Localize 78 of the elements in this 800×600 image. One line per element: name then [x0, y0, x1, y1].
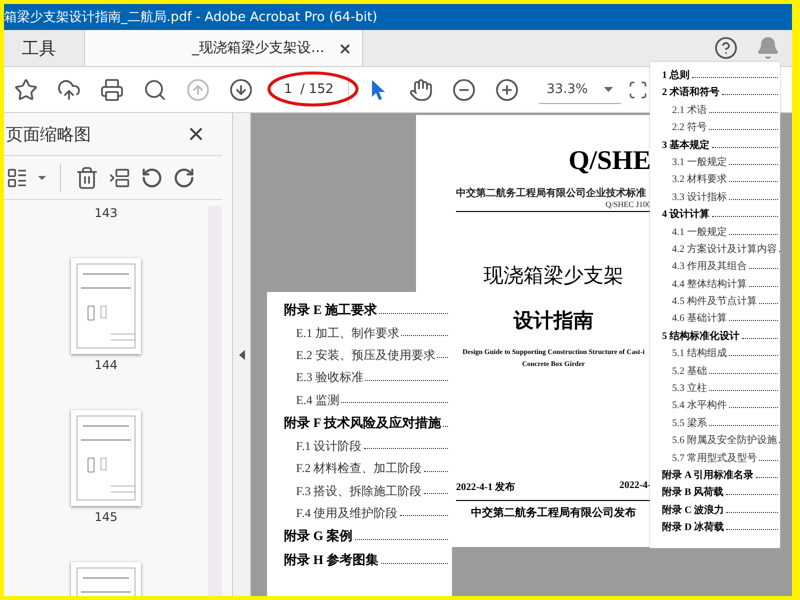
insert-page-icon[interactable]: [109, 166, 131, 188]
panel-title: 页面缩略图: [6, 124, 91, 146]
toc-entry[interactable]: 4.3 作用及其组合: [672, 261, 747, 274]
collapse-arrow-icon[interactable]: [238, 350, 244, 360]
toc-entry[interactable]: 4 设计计算: [662, 209, 710, 222]
issue-date: 2022-4-1 发布: [456, 480, 516, 494]
toc-entry[interactable]: 5 结构标准化设计: [662, 330, 740, 343]
toc-entry[interactable]: 3.1 一般规定: [672, 156, 727, 169]
arrow-down-circle-icon[interactable]: [228, 78, 252, 102]
close-tab-icon[interactable]: ×: [338, 38, 352, 58]
toc-entry[interactable]: 附录 G 案例: [284, 528, 353, 544]
rotate-left-icon[interactable]: [141, 166, 163, 188]
toc-entry[interactable]: 附录 F 技术风险及应对措施: [284, 415, 441, 431]
zoom-out-icon[interactable]: [452, 78, 476, 102]
toc-entry[interactable]: 4.2 方案设计及计算内容: [672, 244, 777, 256]
zoom-search-icon[interactable]: [142, 78, 166, 102]
window-title: 箱梁少支架设计指南_二航局.pdf - Adobe Acrobat Pro (64-bit): [4, 9, 378, 26]
document-title: 设计指南: [512, 309, 594, 334]
toc-entry[interactable]: F.1 设计阶段: [296, 438, 362, 454]
toc-entry[interactable]: 4.6 基础计算: [672, 313, 727, 326]
effective-date: 2022-4-: [619, 480, 651, 493]
toc-entry[interactable]: 2 术语和符号: [662, 87, 720, 100]
toc-entry[interactable]: 5.3 立柱: [672, 383, 707, 396]
scrollbar[interactable]: [208, 206, 222, 596]
printer-icon[interactable]: [100, 78, 124, 102]
zoom-in-icon[interactable]: [495, 78, 520, 102]
standard-code: Q/SHE: [568, 145, 651, 176]
toc-entry[interactable]: 附录 C 波浪力: [662, 504, 724, 517]
toc-entry[interactable]: F.4 使用及维护阶段: [296, 506, 398, 520]
toc-entry[interactable]: 5.5 梁系: [672, 418, 707, 430]
page-number-field[interactable]: 1: [284, 82, 292, 97]
page-number-label: 144: [94, 358, 118, 372]
publisher-text: 中交第二航务工程局有限公司发布: [470, 506, 637, 520]
toc-entry[interactable]: 3 基本规定: [662, 140, 710, 152]
toc-entry[interactable]: F.3 搭设、拆除施工阶段: [296, 484, 422, 498]
toc-entry[interactable]: 5.1 结构组成: [672, 348, 727, 360]
page-number-label: 145: [94, 510, 118, 524]
toc-entry[interactable]: 5.2 基础: [672, 366, 707, 378]
toc-entry[interactable]: 2.2 符号: [672, 122, 707, 134]
toc-entry[interactable]: 附录 B 风荷载: [662, 487, 724, 500]
cloud-upload-icon[interactable]: [56, 78, 80, 102]
caret-icon: [604, 86, 613, 92]
toc-entry[interactable]: 5.6 附属及安全防护设施: [672, 435, 777, 448]
help-icon[interactable]: [714, 36, 738, 60]
hand-icon[interactable]: [409, 78, 434, 102]
list-options-icon[interactable]: [6, 166, 28, 188]
page-thumbnail[interactable]: [71, 258, 141, 354]
page-thumbnail[interactable]: [71, 410, 141, 506]
toc-entry[interactable]: 4.5 构件及节点计算: [672, 296, 757, 308]
toc-entry[interactable]: 5.4 水平构件: [672, 400, 727, 412]
toc-entry[interactable]: 3.3 设计指标: [672, 192, 727, 204]
toc-entry[interactable]: 4.1 一般规定: [672, 226, 727, 239]
tab[interactable]: _现浇箱梁少支架设... ×: [85, 30, 363, 66]
toc-entry[interactable]: 5.7 常用型式及型号: [672, 452, 757, 465]
page-header-text: 中交第二航务工程局有限公司企业技术标准: [456, 186, 647, 200]
trash-icon[interactable]: [75, 166, 99, 190]
caret-icon[interactable]: [38, 176, 46, 180]
toc-entry[interactable]: 1 总则: [662, 70, 690, 82]
toc-entry[interactable]: 3.2 材料要求: [672, 174, 727, 186]
toc-entry[interactable]: E.1 加工、制作要求: [296, 326, 400, 340]
toc-entry[interactable]: 附录 D 冰荷载: [662, 522, 724, 534]
toc-entry[interactable]: 4.4 整体结构计算: [672, 278, 747, 291]
star-icon[interactable]: [14, 78, 38, 102]
rotate-right-icon[interactable]: [173, 166, 195, 188]
page-number-label: 143: [94, 206, 118, 220]
pointer-icon[interactable]: [370, 78, 386, 100]
toc-entry[interactable]: E.4 监测: [296, 392, 340, 408]
document-title: 现浇箱梁少支架: [482, 264, 624, 289]
toc-entry[interactable]: 附录 A 引用标准名录: [662, 470, 754, 482]
toc-entry[interactable]: E.2 安装、预压及使用要求: [296, 348, 436, 362]
toc-entry[interactable]: 2.1 术语: [672, 104, 707, 117]
toc-entry[interactable]: E.3 验收标准: [296, 370, 364, 385]
toc-entry[interactable]: 附录 E 施工要求: [284, 302, 378, 318]
toc-entry[interactable]: 附录 H 参考图集: [284, 552, 379, 568]
zoom-dropdown[interactable]: 33.3%: [538, 75, 621, 104]
toc-entry[interactable]: F.2 材料检查、加工阶段: [296, 461, 422, 476]
page-total: / 152: [300, 82, 334, 97]
fit-page-icon[interactable]: [628, 80, 648, 100]
